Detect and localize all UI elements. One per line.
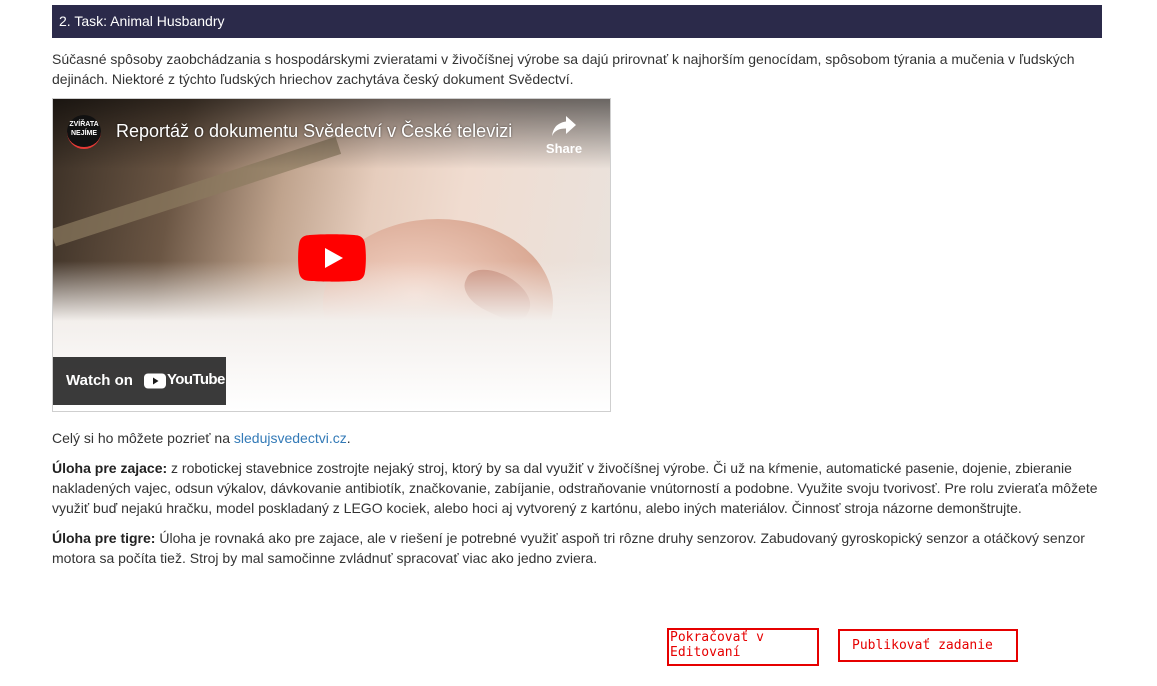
task-zajace-text: z robotickej stavebnice zostrojte nejaký… (52, 460, 1098, 516)
task-header: 2. Task: Animal Husbandry (52, 5, 1102, 38)
task-zajace-paragraph: Úloha pre zajace: z robotickej stavebnic… (52, 458, 1102, 518)
share-icon (552, 116, 576, 136)
watch-on-label: Watch on (66, 372, 133, 389)
task-tigre-paragraph: Úloha pre tigre: Úloha je rovnaká ako pr… (52, 528, 1102, 568)
share-label: Share (545, 141, 583, 156)
continue-editing-button[interactable]: Pokračovať v Editovaní (667, 628, 819, 666)
youtube-wordmark: YouTube (167, 371, 225, 388)
play-icon[interactable] (298, 234, 366, 282)
task-zajace-label: Úloha pre zajace: (52, 460, 168, 476)
watch-suffix: . (346, 430, 351, 446)
channel-logo-text: ZVÍŘATA NEJÍME (69, 121, 99, 137)
video-title[interactable]: Reportáž o dokumentu Svědectví v České t… (116, 121, 512, 142)
task-title: 2. Task: Animal Husbandry (59, 13, 225, 29)
channel-logo[interactable]: ZVÍŘATA NEJÍME (67, 115, 101, 149)
task-tigre-text: Úloha je rovnaká ako pre zajace, ale v r… (52, 530, 1085, 566)
publish-task-button[interactable]: Publikovať zadanie (838, 629, 1018, 662)
intro-paragraph: Súčasné spôsoby zaobchádzania s hospodár… (52, 51, 1075, 87)
youtube-logo-icon (144, 373, 166, 389)
watch-prefix: Celý si ho môžete pozrieť na (52, 430, 234, 446)
share-button[interactable]: Share (544, 115, 584, 156)
watch-on-youtube-button[interactable]: Watch on YouTube (53, 357, 226, 405)
watch-paragraph: Celý si ho môžete pozrieť na sledujsvede… (52, 428, 1102, 448)
task-tigre-label: Úloha pre tigre: (52, 530, 156, 546)
sledujsvedectvi-link[interactable]: sledujsvedectvi.cz (234, 430, 347, 446)
youtube-video-embed[interactable]: ZVÍŘATA NEJÍME Reportáž o dokumentu Svěd… (52, 98, 611, 412)
